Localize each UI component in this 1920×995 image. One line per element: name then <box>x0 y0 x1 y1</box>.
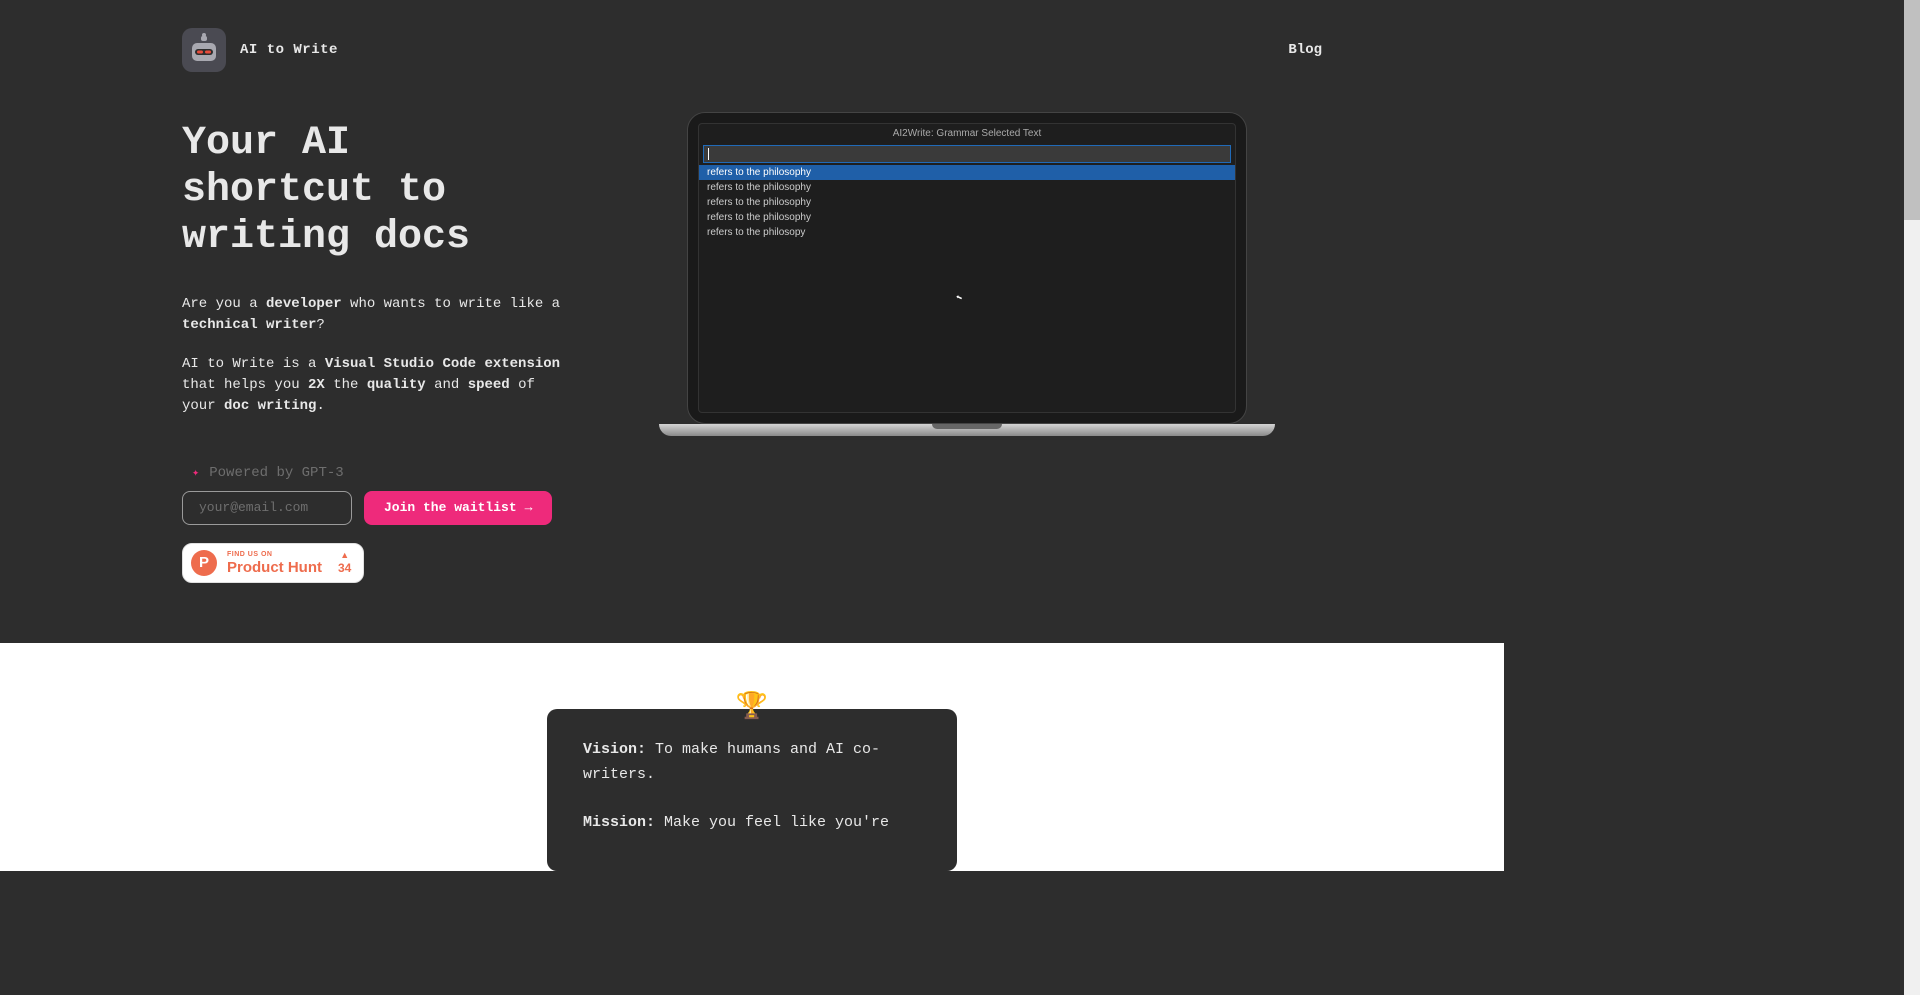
list-item: refers to the philosophy <box>699 165 1235 180</box>
command-input <box>703 145 1231 163</box>
powered-by: ✦ Powered by GPT-3 <box>182 465 562 481</box>
email-input[interactable] <box>182 491 352 525</box>
scrollbar-thumb[interactable] <box>1904 0 1920 220</box>
ph-name-label: Product Hunt <box>227 560 322 575</box>
trophy-icon: 🏆 <box>736 691 768 722</box>
sparkle-icon: ✦ <box>192 465 199 480</box>
vision-text: Vision: To make humans and AI co-writers… <box>583 737 921 788</box>
logo-text: AI to Write <box>240 42 338 58</box>
product-hunt-badge[interactable]: P FIND US ON Product Hunt ▲ 34 <box>182 543 364 583</box>
ph-findus-label: FIND US ON <box>227 551 322 558</box>
logo[interactable]: AI to Write <box>182 28 338 72</box>
hero-paragraph-2: AI to Write is a Visual Studio Code exte… <box>182 354 562 417</box>
list-item: refers to the philosophy <box>699 195 1235 210</box>
waitlist-button[interactable]: Join the waitlist → <box>364 491 552 525</box>
hero-paragraph-1: Are you a developer who wants to write l… <box>182 294 562 336</box>
hero-title: Your AI shortcut to writing docs <box>182 120 562 262</box>
laptop-mockup: AI2Write: Grammar Selected Text refers t… <box>687 112 1247 436</box>
suggestions-list: refers to the philosophy refers to the p… <box>699 165 1235 240</box>
scrollbar[interactable] <box>1904 0 1920 995</box>
header: AI to Write Blog <box>182 28 1322 72</box>
upvote-icon: ▲ <box>340 551 349 560</box>
vision-card: 🏆 Vision: To make humans and AI co-write… <box>547 709 957 872</box>
arrow-right-icon: → <box>525 500 533 515</box>
cursor-icon: ⬉ <box>954 290 965 305</box>
powered-by-text: Powered by GPT-3 <box>209 465 343 481</box>
robot-icon <box>182 28 226 72</box>
waitlist-form: Join the waitlist → <box>182 491 562 525</box>
ph-count: 34 <box>338 562 351 574</box>
nav-blog[interactable]: Blog <box>1288 42 1322 58</box>
mission-text: Mission: Make you feel like you're <box>583 810 921 836</box>
app-titlebar: AI2Write: Grammar Selected Text <box>699 124 1235 143</box>
laptop-base <box>659 424 1275 436</box>
list-item: refers to the philosopy <box>699 225 1235 240</box>
product-hunt-icon: P <box>191 550 217 576</box>
vision-section: 🏆 Vision: To make humans and AI co-write… <box>0 643 1504 872</box>
list-item: refers to the philosophy <box>699 210 1235 225</box>
list-item: refers to the philosophy <box>699 180 1235 195</box>
